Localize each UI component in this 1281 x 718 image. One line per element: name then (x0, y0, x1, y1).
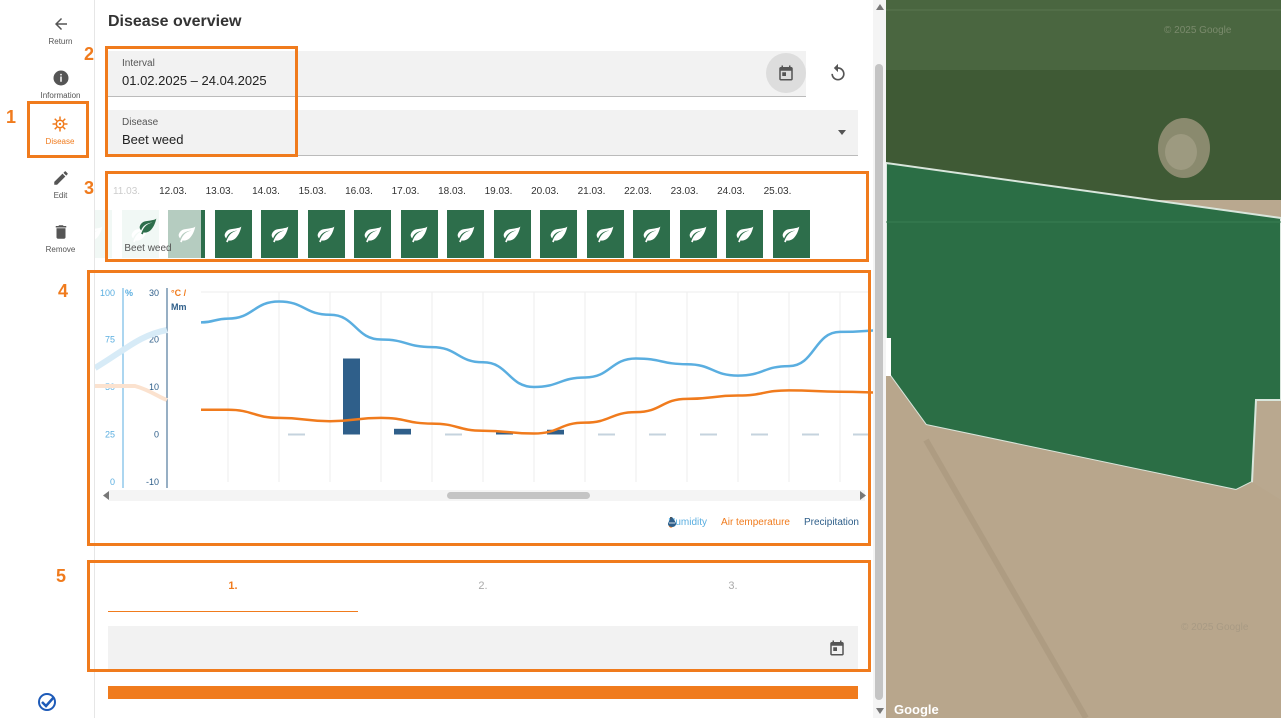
scroll-up-arrow[interactable] (876, 4, 884, 10)
map-watermark-2: © 2025 Google (1181, 622, 1249, 633)
annotation-number-2: 2 (84, 44, 95, 64)
chevron-down-icon (838, 130, 846, 135)
satellite-map[interactable]: © 2025 Google © 2025 Google Google (886, 0, 1281, 718)
app-logo-icon[interactable] (37, 692, 57, 712)
map-attribution: Google (894, 702, 939, 717)
nav-remove-button[interactable]: Remove (27, 212, 94, 264)
arrow-left-icon (54, 17, 67, 30)
trash-icon (55, 224, 66, 239)
annotation-number-3: 3 (84, 178, 95, 198)
scroll-thumb[interactable] (875, 64, 883, 700)
annotation-box-2 (105, 46, 298, 157)
calendar-icon (779, 65, 793, 81)
nav-edit-label: Edit (53, 190, 68, 200)
nav-return-label: Return (48, 36, 73, 46)
annotation-number-4: 4 (58, 281, 69, 301)
page-scrollbar[interactable] (873, 0, 886, 718)
nav-information-label: Information (40, 90, 81, 100)
annotation-box-1 (27, 101, 89, 158)
calendar-button[interactable] (766, 53, 806, 93)
annotation-box-4 (87, 270, 871, 546)
nav-remove-label: Remove (45, 244, 76, 254)
timeline-date: 10.03. (95, 186, 103, 197)
reset-button[interactable] (826, 61, 850, 85)
annotation-number-1: 1 (6, 107, 17, 127)
refresh-icon (831, 63, 845, 81)
map-imagery: © 2025 Google © 2025 Google (886, 0, 1281, 718)
map-watermark-1: © 2025 Google (1164, 25, 1232, 36)
page-title: Disease overview (108, 13, 242, 30)
pencil-icon (53, 170, 68, 185)
info-icon (53, 70, 68, 85)
annotation-box-5 (87, 560, 871, 672)
annotation-box-3 (105, 171, 869, 262)
progress-bar (108, 686, 858, 699)
scroll-down-arrow[interactable] (876, 708, 884, 714)
annotation-number-5: 5 (56, 566, 67, 586)
